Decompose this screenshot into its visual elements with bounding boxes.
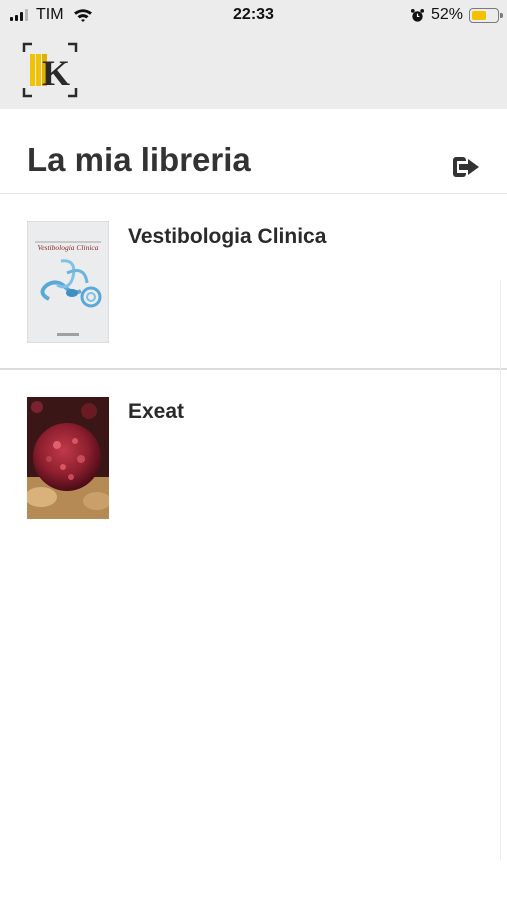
scroll-edge: [500, 280, 501, 860]
alarm-clock-icon: [410, 8, 425, 22]
status-right: 52%: [410, 6, 503, 24]
book-title[interactable]: Exeat: [128, 400, 184, 424]
k-library-logo-icon[interactable]: K: [22, 42, 78, 98]
book-cover-title: Vestibologia Clinica: [37, 243, 98, 252]
book-list-item[interactable]: Exeat: [0, 370, 507, 545]
page-title: La mia libreria: [27, 141, 251, 178]
battery-fill: [472, 10, 486, 20]
book-cover-vestibologia: Vestibologia Clinica: [27, 221, 109, 343]
svg-text:K: K: [42, 53, 70, 93]
battery-icon: [469, 7, 503, 23]
status-bar: TIM 22:33 52%: [0, 0, 507, 32]
app-header: K: [0, 32, 507, 109]
book-cover-exeat: [27, 397, 109, 519]
logout-icon[interactable]: [451, 154, 481, 180]
book-list-item[interactable]: Vestibologia Clinica Vestibologia Clinic…: [0, 195, 507, 370]
battery-percent: 52%: [430, 6, 463, 23]
title-bar: La mia libreria: [0, 109, 507, 194]
book-title[interactable]: Vestibologia Clinica: [128, 225, 326, 249]
